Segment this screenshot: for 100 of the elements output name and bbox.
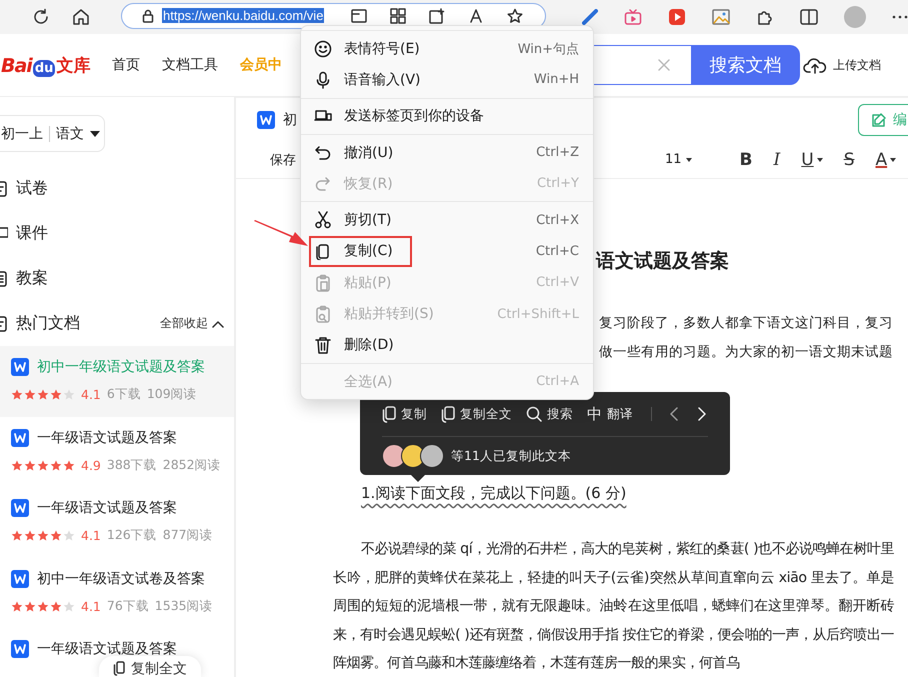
menu-item[interactable]: 复制(C) Ctrl+C — [301, 236, 593, 268]
document-list-item[interactable]: 初中一年级语文试卷及答案 4.1 76下载 1535阅读 — [0, 558, 234, 628]
category-item[interactable]: 试卷 — [0, 166, 234, 211]
menu-item[interactable]: 删除(D) — [301, 330, 593, 361]
shortcut-text: Ctrl+Y — [537, 176, 579, 192]
play-icon[interactable] — [668, 8, 686, 26]
document-list-item[interactable]: 一年级语文试题及答案 4.1 126下载 877阅读 — [0, 487, 234, 558]
nav-link[interactable]: 首页 — [112, 56, 140, 74]
rating-score: 4.1 — [81, 598, 101, 614]
star-icon — [63, 389, 75, 400]
shortcut-text: Ctrl+X — [536, 212, 579, 228]
category-item[interactable]: 课件 — [0, 211, 234, 256]
upload-link[interactable]: 上传文档 — [803, 55, 881, 75]
download-count: 6下载 — [106, 386, 141, 403]
image-icon[interactable] — [712, 9, 730, 25]
star-icon — [37, 460, 49, 470]
caret-icon — [90, 130, 100, 136]
italic-button[interactable]: I — [774, 150, 780, 170]
menu-item[interactable]: 发送标签页到你的设备 — [301, 100, 593, 132]
star-icon — [63, 530, 75, 541]
paste-icon — [314, 274, 332, 292]
star-icon — [24, 600, 36, 612]
home-icon[interactable] — [72, 8, 90, 26]
trash-icon — [314, 336, 332, 354]
document-list-item[interactable]: 一年级语文试题及答案 — [0, 628, 234, 655]
chevron-right-icon[interactable] — [698, 407, 706, 421]
undo-icon — [314, 144, 332, 162]
font-color-button[interactable]: A — [875, 150, 896, 170]
scissors-icon — [314, 211, 332, 230]
more-icon[interactable] — [892, 15, 908, 19]
read-aloud-icon[interactable] — [468, 8, 484, 24]
read-count: 877阅读 — [162, 527, 213, 544]
paragraph-text: 复习阶段了，多数人都拿下语文这门科目，复习 — [599, 314, 893, 333]
word-file-icon — [11, 358, 29, 376]
download-count: 126下载 — [106, 527, 157, 544]
chevron-left-icon[interactable] — [670, 407, 678, 421]
paragraph-text: 做一些有用的习题。为大家的初一语文期末试题 — [599, 343, 893, 362]
category-item[interactable]: 教案 — [0, 256, 234, 301]
read-count: 2852阅读 — [162, 456, 221, 474]
app-icon[interactable] — [582, 9, 598, 25]
word-file-icon — [11, 570, 29, 588]
menu-item[interactable]: 剪切(T) Ctrl+X — [301, 204, 593, 236]
lock-icon — [142, 8, 154, 22]
download-count: 76下载 — [106, 598, 149, 614]
translate-button[interactable]: 中 翻译 — [587, 404, 633, 424]
refresh-icon[interactable] — [32, 8, 50, 26]
copy-all-button[interactable]: 复制全文 — [99, 656, 201, 677]
copy-all-button[interactable]: 复制全文 — [441, 406, 512, 422]
collapse-toggle[interactable]: 全部收起 — [160, 315, 224, 332]
baidu-logo[interactable]: Baidu 文库 — [0, 54, 112, 76]
star-icon — [37, 530, 49, 541]
copy-icon — [382, 406, 396, 422]
chevron-up-icon — [212, 320, 224, 328]
menu-item[interactable]: 语音输入(V) Win+H — [301, 64, 593, 96]
star-icon — [24, 389, 36, 400]
search-button[interactable]: 搜索 — [526, 406, 573, 422]
grade-subject-selector[interactable]: 初一上 语文 — [0, 115, 105, 152]
underline-button[interactable]: U — [801, 150, 823, 170]
star-icon — [37, 600, 49, 612]
save-button[interactable]: 保存 — [270, 150, 296, 168]
copy-button[interactable]: 复制 — [382, 406, 427, 422]
shortcut-text: Win+H — [534, 72, 579, 88]
tv-icon[interactable] — [624, 9, 642, 25]
tab-icon[interactable] — [351, 8, 367, 22]
star-icon — [63, 460, 75, 470]
question-text: 1.阅读下面文段，完成以下问题。(6 分) — [361, 483, 626, 504]
read-count: 1535阅读 — [154, 598, 213, 614]
add-tab-icon[interactable] — [429, 8, 445, 24]
star-icon — [50, 600, 62, 612]
shortcut-text: Ctrl+C — [536, 244, 579, 259]
word-file-icon — [257, 110, 275, 128]
edit-icon — [871, 112, 887, 128]
nav-link[interactable]: 文档工具 — [162, 56, 218, 74]
split-screen-icon[interactable] — [800, 9, 818, 25]
rating-score: 4.1 — [81, 387, 101, 402]
star-icon[interactable] — [507, 8, 523, 24]
search-button[interactable]: 搜索文档 — [691, 45, 800, 85]
star-icon — [24, 530, 36, 541]
word-file-icon — [11, 499, 29, 517]
grid-icon[interactable] — [390, 8, 406, 24]
star-icon — [37, 389, 49, 400]
star-icon — [50, 530, 62, 541]
document-list-item[interactable]: 一年级语文试题及答案 4.9 388下载 2852阅读 — [0, 416, 234, 487]
star-icon — [50, 460, 62, 470]
read-count: 109阅读 — [146, 386, 197, 403]
shortcut-text: Ctrl+A — [536, 374, 579, 390]
copy-icon — [441, 406, 455, 422]
copy-icon — [113, 661, 125, 676]
address-bar[interactable]: https://wenku.baidu.com/vie — [121, 2, 546, 28]
redo-icon — [314, 174, 332, 193]
menu-item[interactable]: 撤消(U) Ctrl+Z — [301, 136, 593, 168]
strikethrough-button[interactable]: S — [844, 150, 854, 170]
user-avatar — [420, 444, 444, 468]
document-tab-title[interactable]: 初 — [283, 110, 297, 128]
bold-button[interactable]: B — [740, 150, 753, 170]
menu-item[interactable]: 表情符号(E) Win+句点 — [301, 33, 593, 64]
star-icon — [63, 600, 75, 612]
smiley-icon — [314, 40, 332, 58]
font-size-dropdown[interactable]: 11 — [665, 152, 692, 167]
section-heading[interactable]: 热门文档 — [0, 313, 80, 334]
